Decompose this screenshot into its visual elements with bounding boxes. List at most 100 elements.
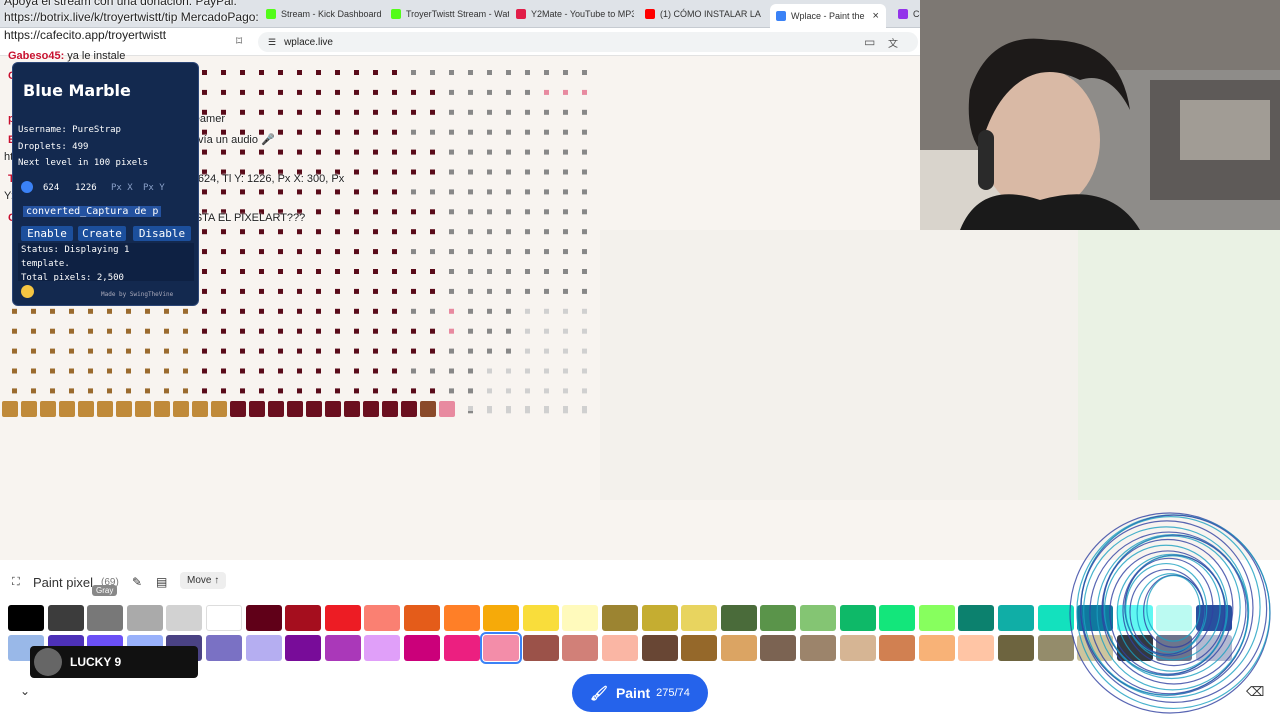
- canvas-pixel[interactable]: [240, 70, 245, 75]
- canvas-pixel[interactable]: [582, 109, 587, 115]
- canvas-pixel[interactable]: [544, 388, 549, 394]
- palette-swatch[interactable]: [840, 635, 876, 661]
- canvas-pixel[interactable]: [69, 368, 74, 374]
- canvas-pixel[interactable]: [411, 249, 416, 255]
- canvas-pixel[interactable]: [411, 70, 416, 75]
- canvas-pixel[interactable]: [563, 229, 568, 235]
- canvas-pixel[interactable]: [335, 189, 340, 195]
- canvas-pixel[interactable]: [506, 89, 511, 95]
- canvas-pixel[interactable]: [506, 249, 511, 255]
- canvas-pixel[interactable]: [506, 328, 511, 334]
- palette-swatch[interactable]: [523, 605, 559, 631]
- canvas-pixel[interactable]: [354, 229, 359, 235]
- canvas-pixel[interactable]: [430, 189, 435, 195]
- canvas-pixel[interactable]: [449, 169, 454, 175]
- canvas-pixel[interactable]: [373, 149, 378, 155]
- palette-swatch[interactable]: [444, 605, 480, 631]
- palette-swatch[interactable]: [760, 605, 796, 631]
- canvas-pixel[interactable]: [430, 368, 435, 374]
- canvas-pixel[interactable]: [411, 328, 416, 334]
- canvas-pixel[interactable]: [582, 169, 587, 175]
- pencil-icon[interactable]: ✎: [132, 575, 142, 589]
- canvas-pixel[interactable]: [506, 209, 511, 215]
- canvas-pixel[interactable]: [316, 388, 321, 394]
- canvas-pixel[interactable]: [468, 169, 473, 175]
- canvas-pixel[interactable]: [563, 169, 568, 175]
- canvas-pixel[interactable]: [259, 149, 264, 155]
- palette-swatch[interactable]: [919, 635, 955, 661]
- canvas-pixel[interactable]: [240, 189, 245, 195]
- canvas-pixel[interactable]: [411, 388, 416, 394]
- canvas-pixel[interactable]: [202, 70, 207, 75]
- canvas-pixel[interactable]: [563, 406, 568, 411]
- canvas-pixel[interactable]: [506, 169, 511, 175]
- canvas-pixel[interactable]: [525, 406, 530, 411]
- palette-swatch[interactable]: [523, 635, 559, 661]
- canvas-pixel[interactable]: [449, 348, 454, 354]
- canvas-pixel[interactable]: [278, 189, 283, 195]
- canvas-pixel[interactable]: [411, 109, 416, 115]
- canvas-pixel[interactable]: [525, 229, 530, 235]
- template-file-input[interactable]: converted_Captura de p: [23, 206, 162, 217]
- canvas-pixel[interactable]: [468, 308, 473, 314]
- canvas-pixel[interactable]: [259, 189, 264, 195]
- canvas-pixel[interactable]: [392, 308, 397, 314]
- canvas-pixel[interactable]: [88, 328, 93, 334]
- site-info-icon[interactable]: ☰: [268, 37, 276, 48]
- canvas-pixel[interactable]: [221, 348, 226, 354]
- palette-swatch[interactable]: [325, 605, 361, 631]
- palette-swatch[interactable]: [246, 635, 282, 661]
- palette-swatch[interactable]: [285, 605, 321, 631]
- canvas-pixel[interactable]: [525, 368, 530, 374]
- canvas-pixel[interactable]: [335, 348, 340, 354]
- canvas-pixel[interactable]: [259, 70, 264, 75]
- canvas-pixel[interactable]: [544, 149, 549, 155]
- canvas-pixel[interactable]: [506, 109, 511, 115]
- collapse-chevron-icon[interactable]: ⌄: [20, 684, 30, 698]
- canvas-pixel[interactable]: [582, 249, 587, 255]
- canvas-pixel[interactable]: [221, 269, 226, 274]
- palette-swatch[interactable]: [166, 605, 202, 631]
- canvas-pixel[interactable]: [449, 249, 454, 255]
- canvas-pixel[interactable]: [487, 308, 492, 314]
- canvas-pixel[interactable]: [411, 269, 416, 274]
- canvas-pixel[interactable]: [278, 229, 283, 235]
- canvas-pixel[interactable]: [449, 328, 454, 334]
- canvas-pixel[interactable]: [468, 348, 473, 354]
- canvas-pixel[interactable]: [449, 129, 454, 135]
- palette-swatch[interactable]: [760, 635, 796, 661]
- canvas-pixel[interactable]: [297, 249, 302, 255]
- canvas-pixel[interactable]: [335, 388, 340, 394]
- canvas-pixel[interactable]: [297, 269, 302, 274]
- canvas-pixel[interactable]: [582, 70, 587, 75]
- canvas-pixel[interactable]: [259, 229, 264, 235]
- palette-swatch[interactable]: [958, 635, 994, 661]
- canvas-pixel[interactable]: [544, 209, 549, 215]
- canvas-pixel[interactable]: [297, 229, 302, 235]
- palette-swatch[interactable]: [562, 635, 598, 661]
- canvas-pixel[interactable]: [563, 288, 568, 294]
- canvas-pixel[interactable]: [240, 89, 245, 95]
- canvas-pixel[interactable]: [354, 348, 359, 354]
- canvas-pixel[interactable]: [259, 109, 264, 115]
- palette-swatch[interactable]: [206, 605, 242, 631]
- canvas-pixel[interactable]: [202, 328, 207, 334]
- painted-pixel[interactable]: [401, 401, 417, 417]
- canvas-pixel[interactable]: [487, 249, 492, 255]
- canvas-pixel[interactable]: [278, 328, 283, 334]
- canvas-pixel[interactable]: [316, 209, 321, 215]
- canvas-pixel[interactable]: [164, 328, 169, 334]
- canvas-pixel[interactable]: [373, 229, 378, 235]
- canvas-pixel[interactable]: [335, 209, 340, 215]
- canvas-pixel[interactable]: [145, 348, 150, 354]
- canvas-pixel[interactable]: [316, 249, 321, 255]
- pin-icon[interactable]: [21, 181, 33, 193]
- canvas-pixel[interactable]: [582, 229, 587, 235]
- painted-pixel[interactable]: [439, 401, 455, 417]
- canvas-pixel[interactable]: [316, 288, 321, 294]
- canvas-pixel[interactable]: [278, 70, 283, 75]
- canvas-pixel[interactable]: [335, 89, 340, 95]
- canvas-pixel[interactable]: [278, 288, 283, 294]
- canvas-pixel[interactable]: [240, 269, 245, 274]
- canvas-pixel[interactable]: [582, 388, 587, 394]
